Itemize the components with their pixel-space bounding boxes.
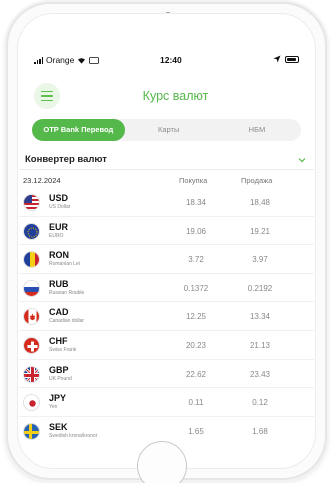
currency-code: SEK xyxy=(49,421,68,432)
screen: Orange 12:40 Курс валют OTP Bank Перевод… xyxy=(17,13,316,469)
ch-flag-icon xyxy=(23,336,40,354)
wifi-icon xyxy=(78,57,86,64)
converter-dropdown[interactable]: Конвертер валют xyxy=(19,150,314,170)
currency-code: RUB xyxy=(49,278,69,289)
buy-rate: 0.1372 xyxy=(183,283,209,293)
table-row: RON Romanian Lei 3.72 3.97 xyxy=(19,245,314,274)
buy-rate: 0.11 xyxy=(188,398,204,408)
ro-flag-icon xyxy=(23,251,40,269)
sell-rate: 19.21 xyxy=(249,226,271,236)
status-time: 12:40 xyxy=(160,55,182,65)
currency-code: CAD xyxy=(49,307,69,318)
ca-flag-icon xyxy=(23,308,40,326)
page-title: Курс валют xyxy=(142,89,209,103)
phone-frame: Orange 12:40 Курс валют OTP Bank Перевод… xyxy=(6,2,327,480)
buy-rate: 1.65 xyxy=(188,426,204,436)
currency-name: UK Pound xyxy=(49,375,72,382)
sell-rate: 13.34 xyxy=(249,312,271,322)
ru-flag-icon xyxy=(23,279,40,297)
se-flag-icon xyxy=(23,422,40,440)
battery-icon xyxy=(285,55,299,63)
eu-flag-icon xyxy=(23,222,40,240)
rates-date: 23.12.2024 xyxy=(23,176,61,185)
status-left: Orange xyxy=(34,55,100,65)
sell-column-header: Продажа xyxy=(241,176,273,185)
currency-code: GBP xyxy=(49,364,69,375)
location-arrow-icon xyxy=(273,55,281,63)
currency-code: JPY xyxy=(49,393,67,404)
tab-cards[interactable]: Карты xyxy=(125,119,213,141)
currency-code: EUR xyxy=(49,221,69,232)
sell-rate: 21.13 xyxy=(249,340,271,350)
screen-mirror-icon xyxy=(89,56,100,64)
tab-nbm[interactable]: НБМ xyxy=(213,119,301,141)
sell-rate: 0.12 xyxy=(252,398,268,408)
table-row: JPY Yen 0.11 0.12 xyxy=(19,388,314,417)
converter-label: Конвертер валют xyxy=(25,154,107,165)
us-flag-icon xyxy=(23,194,40,211)
chevron-down-icon xyxy=(298,158,306,163)
currency-name: EURO xyxy=(49,232,64,239)
app-header: Курс валют xyxy=(18,77,315,111)
status-right xyxy=(273,55,299,63)
signal-icon xyxy=(34,56,43,64)
currency-name: Romanian Lei xyxy=(49,261,80,268)
currency-name: Canadian dollar xyxy=(49,318,85,325)
currency-name: Yen xyxy=(49,404,58,411)
table-row: GBP UK Pound 22.62 23.43 xyxy=(19,360,314,389)
table-row: USD US Dollar 18.34 18.48 xyxy=(19,188,314,217)
currency-name: US Dollar xyxy=(49,204,71,210)
buy-rate: 20.23 xyxy=(185,340,207,350)
buy-column-header: Покупка xyxy=(179,176,208,185)
sell-rate: 0.2192 xyxy=(247,283,273,293)
currency-code: RON xyxy=(49,250,69,261)
buy-rate: 22.62 xyxy=(185,369,207,379)
sell-rate: 1.68 xyxy=(252,426,268,436)
currency-name: Swiss Frank xyxy=(49,346,77,353)
jp-flag-icon xyxy=(23,394,40,412)
buy-rate: 18.34 xyxy=(185,198,207,207)
currency-code: USD xyxy=(49,193,69,203)
buy-rate: 12.25 xyxy=(185,312,207,322)
sell-rate: 3.97 xyxy=(252,255,268,265)
buy-rate: 19.06 xyxy=(185,226,207,236)
home-button[interactable] xyxy=(137,441,187,483)
status-bar: Orange 12:40 xyxy=(18,53,315,69)
sell-rate: 18.48 xyxy=(249,198,271,207)
currency-code: CHF xyxy=(49,335,68,346)
carrier-label: Orange xyxy=(46,55,75,65)
table-row: CAD Canadian dollar 12.25 13.34 xyxy=(19,302,314,331)
table-header: 23.12.2024 Покупка Продажа xyxy=(19,176,314,188)
currency-name: Russian Rouble xyxy=(49,289,85,296)
buy-rate: 3.72 xyxy=(188,255,204,265)
rates-list: USD US Dollar 18.34 18.48 EUR EURO 19.06… xyxy=(19,188,314,445)
table-row: CHF Swiss Frank 20.23 21.13 xyxy=(19,331,314,360)
gb-flag-icon xyxy=(23,365,40,383)
currency-name: Swedish krona/kronor xyxy=(49,432,98,439)
table-row: EUR EURO 19.06 19.21 xyxy=(19,217,314,246)
sell-rate: 23.43 xyxy=(249,369,271,379)
rate-tabs: OTP Bank Перевод Карты НБМ xyxy=(32,119,301,141)
table-row: RUB Russian Rouble 0.1372 0.2192 xyxy=(19,274,314,303)
tab-otp-transfer[interactable]: OTP Bank Перевод xyxy=(32,119,125,141)
